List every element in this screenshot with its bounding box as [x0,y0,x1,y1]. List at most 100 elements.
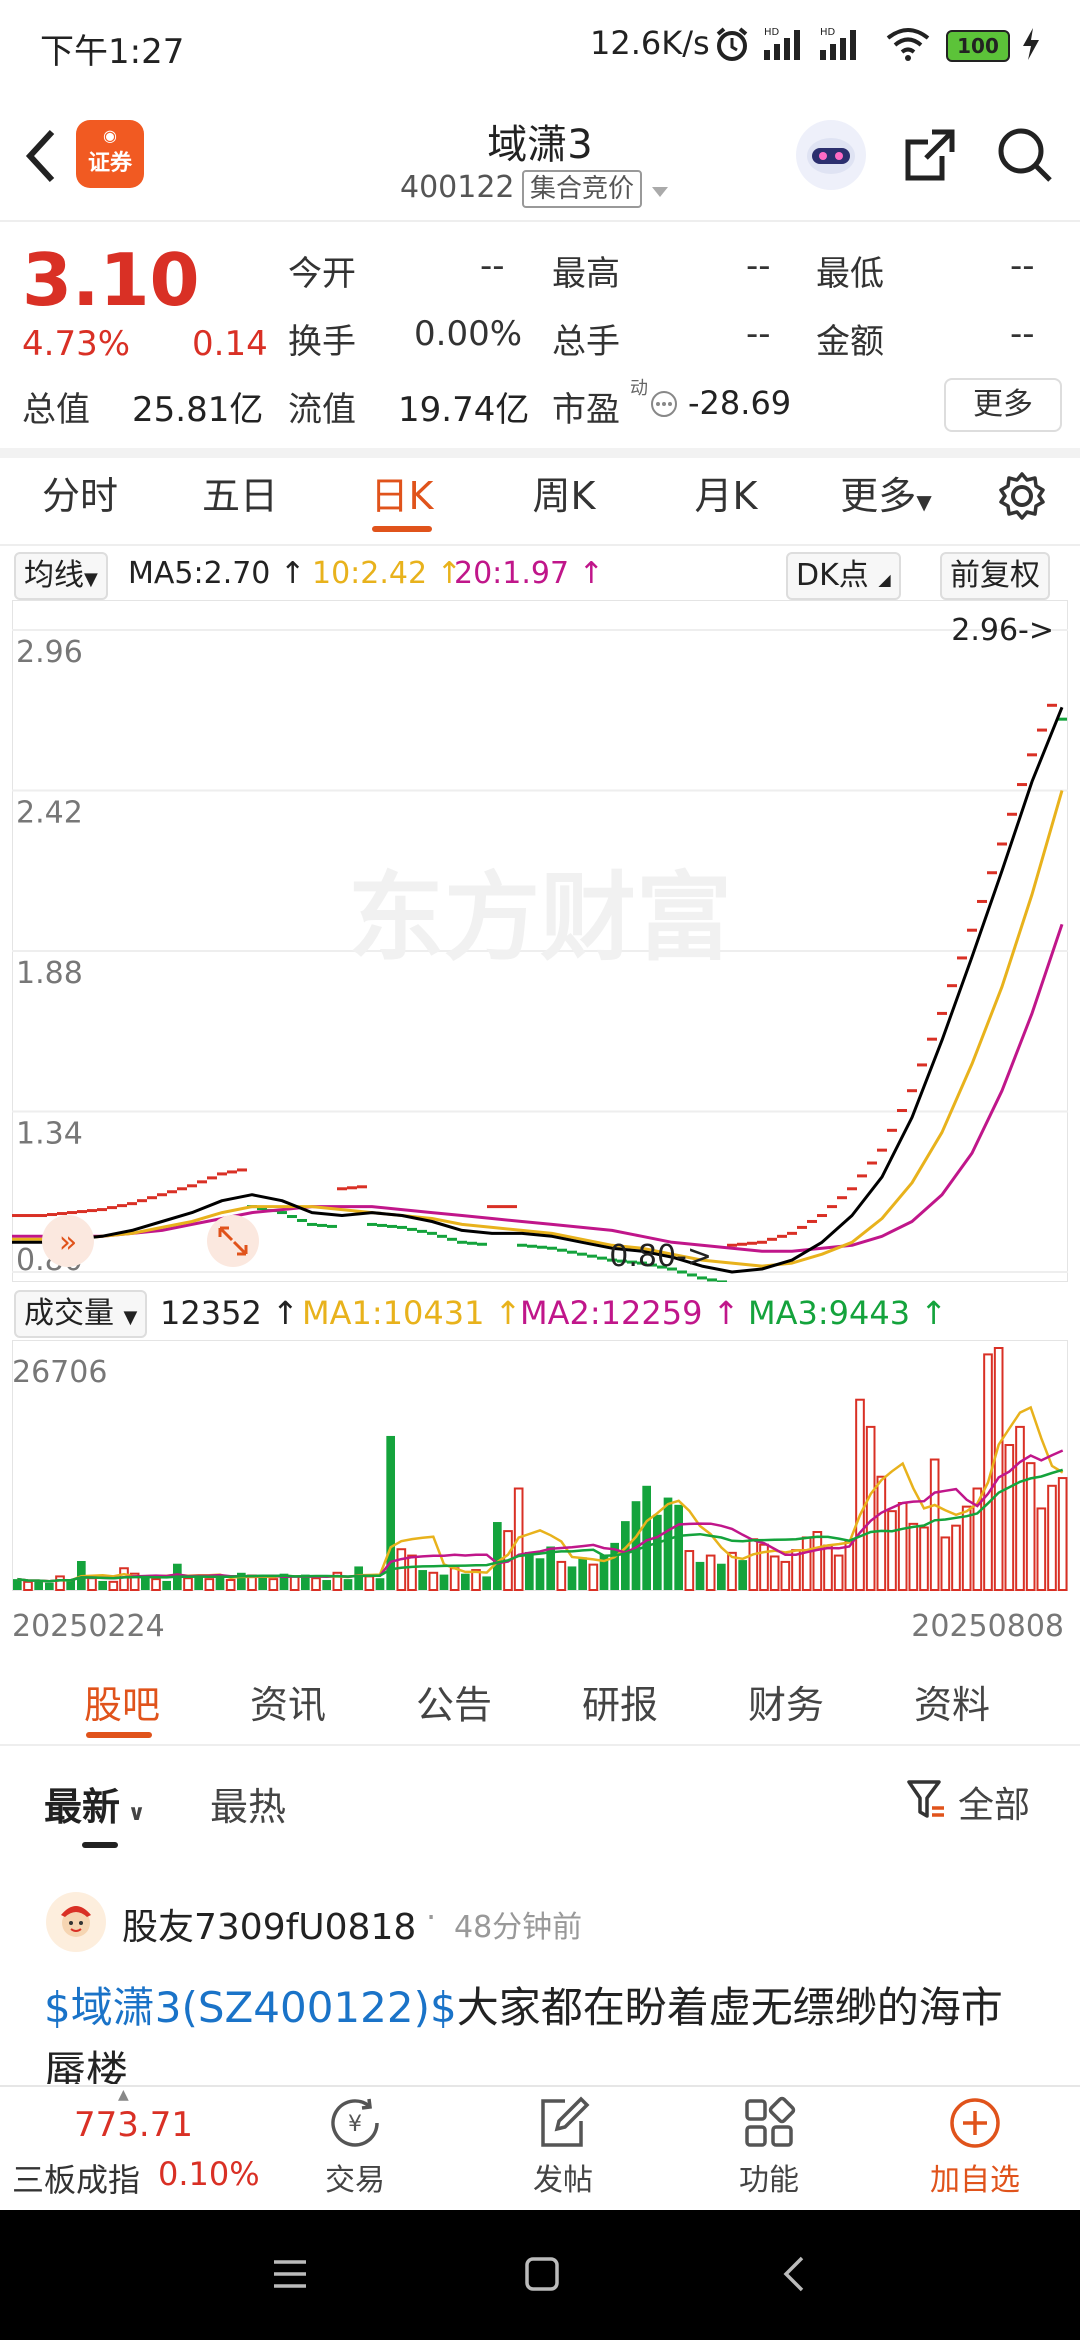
price-chart[interactable]: 2.962.421.881.340.80东方财富2.96->0.80->» [12,600,1068,1282]
tab-intraday[interactable]: 分时 [20,448,140,544]
tab-more[interactable]: 更多▼ [826,448,946,544]
filter-icon[interactable] [906,1778,946,1826]
home-icon[interactable] [524,2256,560,2296]
trade-mode-badge[interactable]: 集合竞价 [522,170,643,208]
volume-bar [311,1577,321,1592]
nav-post-label: 发帖 [533,2163,593,2198]
fullscreen-button [207,1215,259,1267]
ai-assistant-icon[interactable] [796,120,866,190]
tab-research[interactable]: 研报 [582,1674,658,1729]
search-icon[interactable] [996,126,1054,188]
high-value: -- [746,246,771,286]
ma-selector[interactable]: 均线▼ [14,552,108,600]
volume-bar [876,1475,887,1591]
volume-bar [844,1540,855,1592]
index-up-arrow-icon: ▲ [118,2087,129,2103]
ma5-readout: MA5:2.70 ↑ [128,556,306,591]
avatar[interactable] [46,1892,106,1952]
post-author[interactable]: 股友7309fU0818 [122,1898,416,1950]
open-label: 今开 [288,254,356,294]
total-volume-value: -- [746,314,771,354]
menu-icon[interactable] [272,2258,308,2294]
svg-text:¥: ¥ [348,2112,362,2137]
double-chevron-icon: » [59,1225,77,1260]
volume-bar [289,1575,300,1591]
tab-five-day[interactable]: 五日 [180,448,300,544]
ma10-readout: 10:2.42 ↑ [312,556,462,591]
volume-bar [23,1580,33,1591]
x-end-label: 20250808 [911,1609,1064,1644]
volume-bar [322,1580,331,1590]
sort-latest[interactable]: 最新 ∨ [44,1776,146,1831]
volume-bar [887,1510,897,1592]
settings-gear-icon[interactable] [996,470,1048,526]
tab-more-caret-icon: ▼ [916,490,932,514]
ma-selector-label: 均线 [24,558,84,593]
volume-bar [865,1425,876,1592]
vol-ma2-readout: MA2:12259 ↑ [520,1294,740,1332]
volume-bar [823,1544,833,1591]
edit-icon [541,2096,590,2147]
volume-bar [343,1579,353,1590]
volume-bar [556,1560,567,1592]
volume-bar [87,1577,97,1592]
dropdown-arrow-icon[interactable] [650,184,670,203]
volume-bar [482,1576,491,1590]
dk-point-button[interactable]: DK点 ◢ [786,552,901,600]
float-value-label: 流值 [288,390,356,430]
nav-trade[interactable]: ¥ 交易 [300,2095,410,2207]
filter-all[interactable]: 全部 [958,1776,1030,1828]
tab-monthly-k[interactable]: 月K [666,448,786,544]
volume-bar [812,1531,823,1591]
volume-bar [1025,1462,1036,1591]
dk-caret-icon: ◢ [878,570,891,589]
tab-news[interactable]: 资讯 [250,1674,326,1729]
system-back-icon[interactable] [782,2254,806,2298]
nav-add-watchlist[interactable]: 加自选 [910,2095,1040,2207]
post-stock-link[interactable]: $域潇3(SZ400122)$ [44,1983,457,2032]
volume-bar [940,1536,951,1591]
nav-post[interactable]: 发帖 [508,2095,618,2207]
volume-bar [951,1524,961,1591]
index-change: 0.10% [158,2155,260,2193]
post-item[interactable]: 股友7309fU0818 · 48分钟前 $域潇3(SZ400122)$大家都在… [0,1884,1080,2084]
share-icon[interactable] [902,126,958,188]
volume-bar [535,1558,545,1590]
volume-selector[interactable]: 成交量 ▼ [14,1290,148,1338]
post-body[interactable]: $域潇3(SZ400122)$大家都在盼着虚无缥缈的海市蜃楼 [44,1976,1044,2084]
volume-bar [919,1526,929,1592]
stock-name: 域潇3 [487,122,593,168]
volume-bar [1015,1425,1025,1592]
volume-chart[interactable]: 26706 20250224 20250808 [12,1340,1068,1650]
amount-label: 金额 [816,322,884,362]
volume-bar [258,1577,267,1590]
current-price: 3.10 [22,238,200,322]
period-tabs: 分时 五日 日K 周K 月K 更多▼ [0,448,1080,546]
price-tick-label: 1.34 [16,1117,83,1152]
alarm-icon [712,24,752,73]
tab-profile[interactable]: 资料 [914,1674,990,1729]
volume-bar [461,1573,470,1590]
volume-bar [695,1561,705,1590]
tab-daily-k[interactable]: 日K [342,448,462,544]
volume-bar [428,1571,439,1592]
securities-logo[interactable]: ◉ 证券 [76,120,144,188]
more-dots-icon[interactable] [650,390,678,422]
tab-guba[interactable]: 股吧 [84,1674,160,1729]
back-icon[interactable] [22,126,62,190]
total-value-label: 总值 [22,390,90,430]
nav-functions[interactable]: 功能 [714,2095,824,2207]
adjust-button[interactable]: 前复权 [940,552,1050,600]
tab-finance[interactable]: 财务 [748,1674,824,1729]
tab-weekly-k[interactable]: 周K [504,448,624,544]
volume-bar [684,1550,695,1591]
volume-bar [961,1505,972,1591]
volume-bar [225,1579,236,1591]
sort-hot[interactable]: 最热 [210,1776,286,1831]
volume-bar [663,1497,673,1590]
index-name: 三板成指 [12,2161,141,2199]
price-tick-label: 2.96 [16,635,83,670]
more-button[interactable]: 更多 [944,378,1062,432]
index-widget[interactable]: ▲ 773.71 三板成指 0.10% [0,2087,260,2212]
tab-announcements[interactable]: 公告 [416,1674,492,1729]
